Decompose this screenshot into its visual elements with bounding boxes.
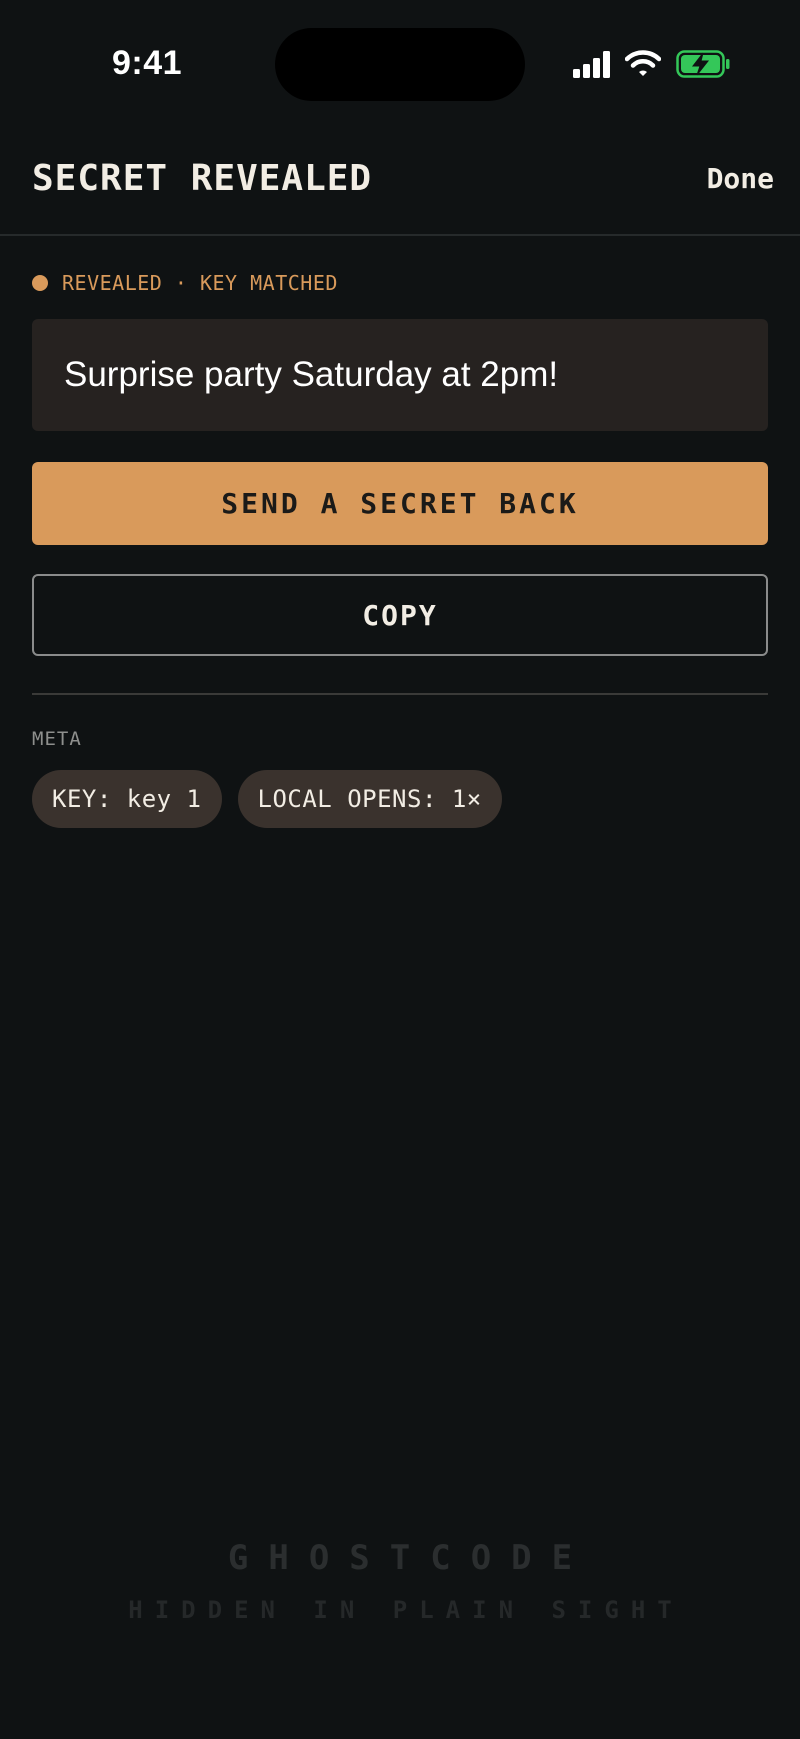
status-time: 9:41 (112, 44, 183, 82)
battery-charging-icon (676, 50, 730, 78)
done-button[interactable]: Done (707, 162, 774, 195)
page-title: SECRET REVEALED (32, 158, 373, 199)
nav-header: SECRET REVEALED Done (0, 130, 800, 236)
send-secret-back-button[interactable]: SEND A SECRET BACK (32, 462, 768, 545)
secret-message-card: Surprise party Saturday at 2pm! (32, 319, 768, 431)
signal-icon (573, 50, 613, 78)
brand-wordmark: GHOSTCODE (227, 1538, 593, 1578)
dynamic-island (275, 28, 525, 101)
secret-message-text: Surprise party Saturday at 2pm! (64, 355, 559, 394)
status-text: REVEALED · KEY MATCHED (62, 271, 338, 295)
wifi-icon (625, 50, 661, 76)
reveal-status: REVEALED · KEY MATCHED (32, 268, 338, 298)
divider (32, 693, 768, 695)
copy-button[interactable]: COPY (32, 574, 768, 656)
local-opens-chip: LOCAL OPENS: 1× (237, 770, 502, 828)
status-dot (32, 275, 48, 291)
key-chip: KEY: key 1 (32, 770, 222, 828)
meta-label: META (32, 728, 82, 750)
status-bar: 9:41 (0, 0, 800, 130)
meta-chips: KEY: key 1 LOCAL OPENS: 1× (32, 770, 502, 828)
brand-tagline: HIDDEN IN PLAIN SIGHT (128, 1596, 684, 1624)
